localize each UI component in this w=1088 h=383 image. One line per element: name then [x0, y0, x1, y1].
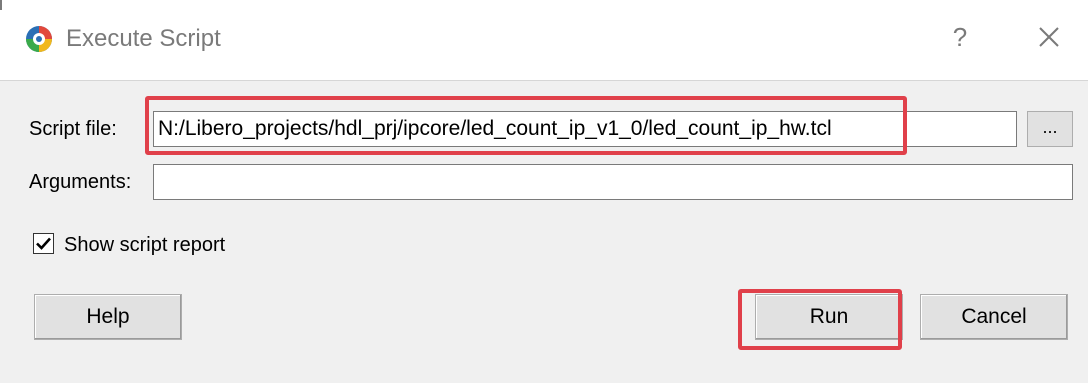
execute-script-dialog: Execute Script ? Script file: N:/Libero_…	[0, 0, 1088, 383]
cancel-button[interactable]: Cancel	[920, 294, 1068, 340]
arguments-input[interactable]	[153, 164, 1073, 200]
help-button[interactable]: Help	[34, 294, 182, 340]
arguments-label: Arguments:	[29, 171, 132, 193]
title-bar: Execute Script ?	[0, 0, 1088, 81]
close-button[interactable]	[1032, 20, 1066, 54]
script-file-input[interactable]: N:/Libero_projects/hdl_prj/ipcore/led_co…	[153, 111, 1017, 147]
help-question-button[interactable]: ?	[945, 20, 975, 54]
libero-app-icon	[25, 25, 53, 53]
show-report-checkbox[interactable]	[33, 233, 54, 254]
window-title: Execute Script	[66, 25, 221, 52]
run-button[interactable]: Run	[755, 294, 903, 340]
browse-button[interactable]: ...	[1027, 111, 1073, 147]
close-icon	[1032, 27, 1066, 58]
script-file-label: Script file:	[29, 118, 117, 140]
window-edge	[0, 0, 2, 10]
show-report-label: Show script report	[64, 234, 226, 256]
